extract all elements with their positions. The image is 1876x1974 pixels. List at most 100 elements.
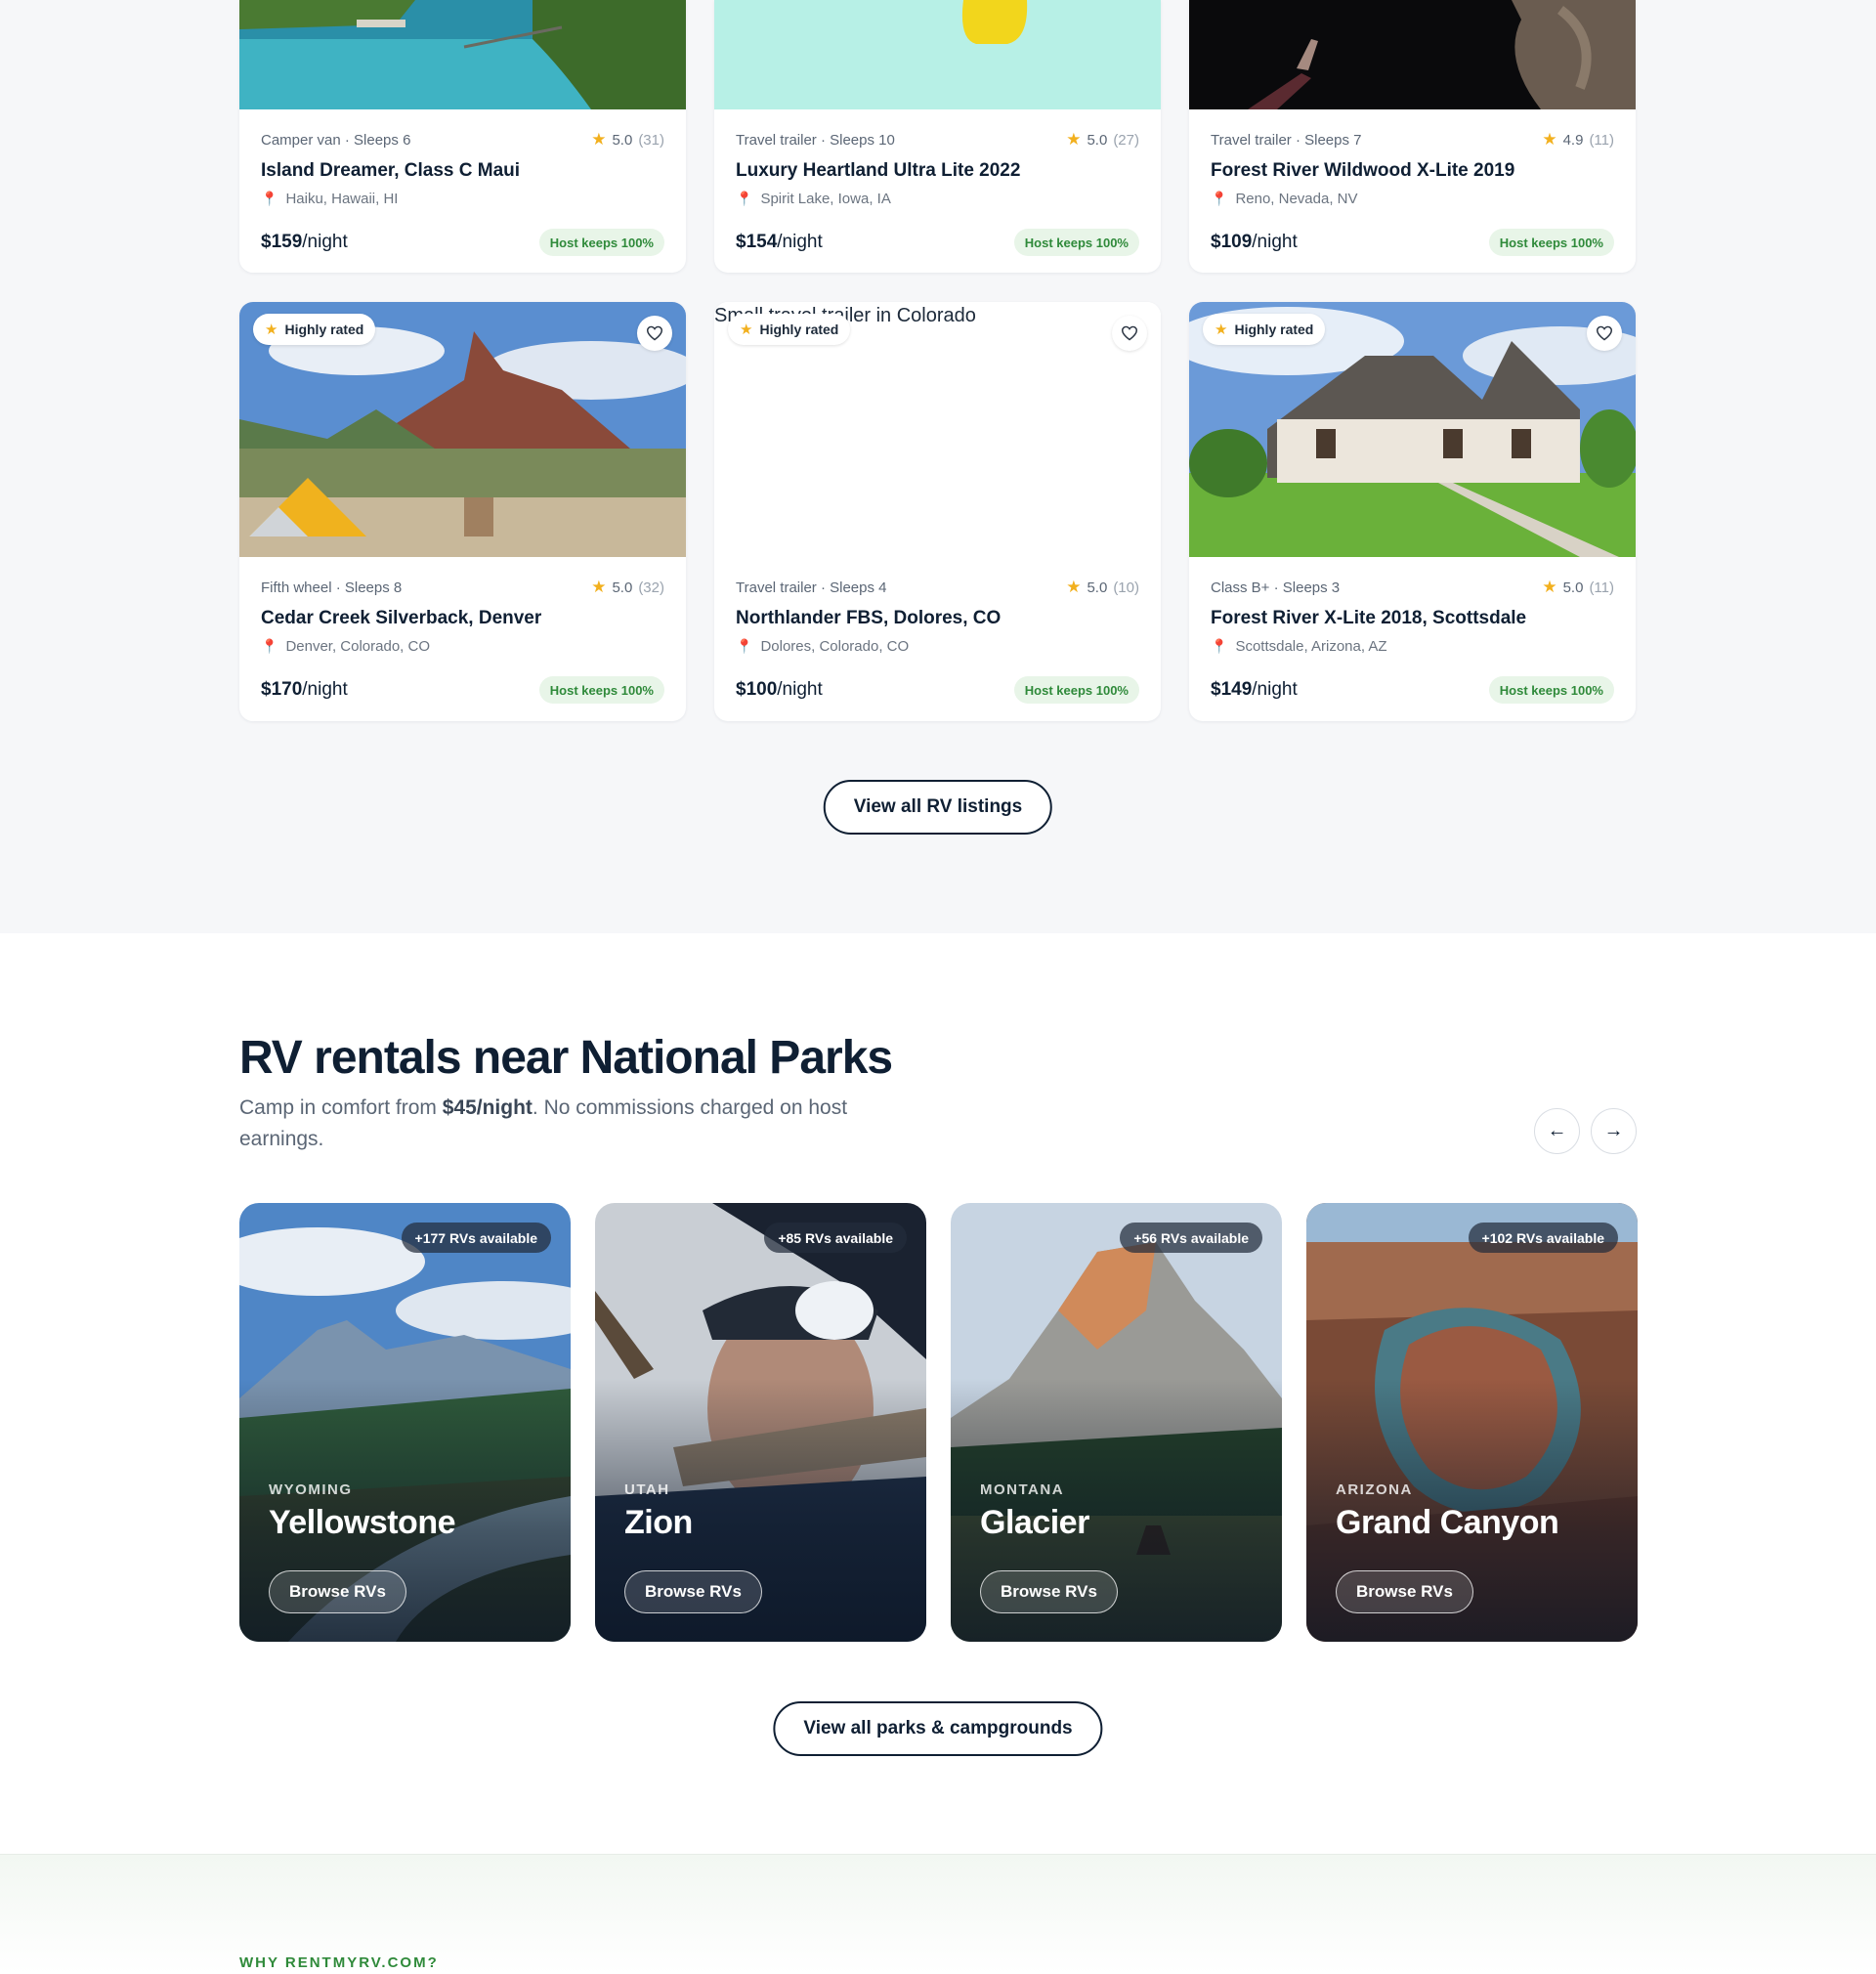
price-unit: /night bbox=[1252, 679, 1298, 700]
location-text: Haiku, Hawaii, HI bbox=[285, 191, 399, 207]
park-name: Zion bbox=[624, 1504, 693, 1541]
listing-photo[interactable] bbox=[714, 0, 1161, 109]
listing-card[interactable]: Small travel trailer in Colorado ★ Highl… bbox=[714, 302, 1161, 721]
listing-photo[interactable]: ★ Highly rated bbox=[239, 302, 686, 557]
listing-title[interactable]: Luxury Heartland Ultra Lite 2022 bbox=[736, 160, 1139, 182]
section-title: RV rentals near National Parks bbox=[239, 1032, 893, 1084]
listing-title[interactable]: Cedar Creek Silverback, Denver bbox=[261, 608, 664, 629]
listing-rating: ★ 5.0 (32) bbox=[591, 578, 664, 597]
park-card-zion[interactable]: +85 RVs available UTAH Zion Browse RVs bbox=[595, 1203, 926, 1642]
highly-rated-badge: ★ Highly rated bbox=[1203, 314, 1326, 345]
location-text: Dolores, Colorado, CO bbox=[760, 638, 910, 655]
listing-type: Travel trailer · Sleeps 4 bbox=[736, 579, 887, 596]
subtitle-text: Camp in comfort from bbox=[239, 1096, 443, 1119]
park-card-grand-canyon[interactable]: +102 RVs available ARIZONA Grand Canyon … bbox=[1306, 1203, 1638, 1642]
browse-rvs-button[interactable]: Browse RVs bbox=[624, 1570, 762, 1613]
browse-rvs-button[interactable]: Browse RVs bbox=[980, 1570, 1118, 1613]
price-amount: $159 bbox=[261, 232, 303, 252]
host-keeps-badge: Host keeps 100% bbox=[1013, 229, 1139, 256]
host-keeps-badge: Host keeps 100% bbox=[1488, 229, 1614, 256]
star-icon: ★ bbox=[1542, 130, 1557, 149]
listing-price: $170/night bbox=[261, 679, 348, 701]
park-state: MONTANA bbox=[980, 1481, 1065, 1498]
host-keeps-badge: Host keeps 100% bbox=[1013, 676, 1139, 704]
price-unit: /night bbox=[1252, 232, 1298, 252]
listing-photo[interactable] bbox=[1189, 0, 1636, 109]
price-amount: $149 bbox=[1211, 679, 1253, 700]
listing-card[interactable]: Travel trailer · Sleeps 7 ★ 4.9 (11) For… bbox=[1189, 0, 1636, 273]
rating-value: 5.0 bbox=[612, 579, 633, 596]
map-pin-icon: 📍 bbox=[1211, 638, 1228, 654]
view-all-rv-listings-button[interactable]: View all RV listings bbox=[823, 780, 1053, 835]
price-unit: /night bbox=[302, 232, 348, 252]
listing-price: $149/night bbox=[1211, 679, 1298, 701]
browse-rvs-button[interactable]: Browse RVs bbox=[269, 1570, 406, 1613]
listing-price: $159/night bbox=[261, 232, 348, 253]
listing-card[interactable]: ★ Highly rated Fifth wheel · Sleeps 8 ★ … bbox=[239, 302, 686, 721]
heart-icon bbox=[646, 325, 663, 341]
location-text: Spirit Lake, Iowa, IA bbox=[760, 191, 891, 207]
rating-count: (11) bbox=[1589, 131, 1614, 149]
rating-value: 5.0 bbox=[1087, 131, 1108, 149]
carousel-prev-button[interactable]: ← bbox=[1534, 1108, 1580, 1154]
listing-title[interactable]: Forest River X-Lite 2018, Scottsdale bbox=[1211, 608, 1614, 629]
star-icon: ★ bbox=[1066, 130, 1082, 149]
listing-grid-row-2: ★ Highly rated Fifth wheel · Sleeps 8 ★ … bbox=[239, 302, 1637, 721]
listing-location: 📍 Dolores, Colorado, CO bbox=[736, 638, 1139, 655]
rating-count: (32) bbox=[638, 579, 664, 596]
badge-label: Highly rated bbox=[1234, 322, 1314, 337]
star-icon: ★ bbox=[1542, 578, 1557, 596]
rating-count: (10) bbox=[1113, 579, 1139, 596]
carousel-next-button[interactable]: → bbox=[1591, 1108, 1637, 1154]
listing-card[interactable]: Camper van · Sleeps 6 ★ 5.0 (31) Island … bbox=[239, 0, 686, 273]
listing-title[interactable]: Forest River Wildwood X-Lite 2019 bbox=[1211, 160, 1614, 182]
rv-count-badge: +102 RVs available bbox=[1468, 1223, 1618, 1253]
price-amount: $170 bbox=[261, 679, 303, 700]
rating-count: (31) bbox=[638, 131, 664, 149]
star-icon: ★ bbox=[1215, 322, 1228, 338]
listing-photo[interactable] bbox=[239, 0, 686, 109]
rating-count: (27) bbox=[1113, 131, 1139, 149]
favorite-button[interactable] bbox=[1587, 316, 1622, 351]
listing-title[interactable]: Island Dreamer, Class C Maui bbox=[261, 160, 664, 182]
listing-location: 📍 Reno, Nevada, NV bbox=[1211, 191, 1614, 207]
rv-count-badge: +85 RVs available bbox=[764, 1223, 907, 1253]
rating-value: 5.0 bbox=[1562, 579, 1584, 596]
listing-photo[interactable]: ★ Highly rated bbox=[1189, 302, 1636, 557]
browse-rvs-button[interactable]: Browse RVs bbox=[1336, 1570, 1473, 1613]
listing-card[interactable]: Travel trailer · Sleeps 10 ★ 5.0 (27) Lu… bbox=[714, 0, 1161, 273]
park-carousel: +177 RVs available WYOMING Yellowstone B… bbox=[239, 1203, 1638, 1642]
host-keeps-badge: Host keeps 100% bbox=[538, 229, 664, 256]
park-card-yellowstone[interactable]: +177 RVs available WYOMING Yellowstone B… bbox=[239, 1203, 571, 1642]
view-all-parks-button[interactable]: View all parks & campgrounds bbox=[773, 1701, 1103, 1756]
price-unit: /night bbox=[777, 679, 823, 700]
listing-card[interactable]: ★ Highly rated Class B+ · Sleeps 3 ★ 5.0… bbox=[1189, 302, 1636, 721]
listing-rating: ★ 5.0 (10) bbox=[1066, 578, 1139, 597]
listing-title[interactable]: Northlander FBS, Dolores, CO bbox=[736, 608, 1139, 629]
park-state: UTAH bbox=[624, 1481, 670, 1498]
price-amount: $109 bbox=[1211, 232, 1253, 252]
host-keeps-badge: Host keeps 100% bbox=[1488, 676, 1614, 704]
rv-count-badge: +56 RVs available bbox=[1120, 1223, 1262, 1253]
listing-price: $154/night bbox=[736, 232, 823, 253]
heart-icon bbox=[1596, 325, 1613, 341]
listing-photo-broken[interactable]: Small travel trailer in Colorado ★ Highl… bbox=[714, 302, 1161, 557]
section-eyebrow: WHY RENTMYRV.COM? bbox=[239, 1954, 439, 1971]
map-pin-icon: 📍 bbox=[261, 638, 278, 654]
star-icon: ★ bbox=[1066, 578, 1082, 596]
listing-type: Class B+ · Sleeps 3 bbox=[1211, 579, 1341, 596]
listing-price: $100/night bbox=[736, 679, 823, 701]
national-parks-section: RV rentals near National Parks Camp in c… bbox=[0, 933, 1876, 1855]
coast-photo bbox=[239, 0, 686, 109]
listing-type: Travel trailer · Sleeps 7 bbox=[1211, 131, 1362, 149]
rating-value: 5.0 bbox=[612, 131, 633, 149]
favorite-button[interactable] bbox=[1112, 316, 1147, 351]
listing-rating: ★ 4.9 (11) bbox=[1542, 130, 1614, 150]
rating-count: (11) bbox=[1589, 579, 1614, 596]
park-card-glacier[interactable]: +56 RVs available MONTANA Glacier Browse… bbox=[951, 1203, 1282, 1642]
location-text: Denver, Colorado, CO bbox=[285, 638, 431, 655]
host-keeps-badge: Host keeps 100% bbox=[538, 676, 664, 704]
highly-rated-badge: ★ Highly rated bbox=[253, 314, 376, 345]
favorite-button[interactable] bbox=[637, 316, 672, 351]
subtitle-price: $45/night bbox=[442, 1096, 533, 1119]
